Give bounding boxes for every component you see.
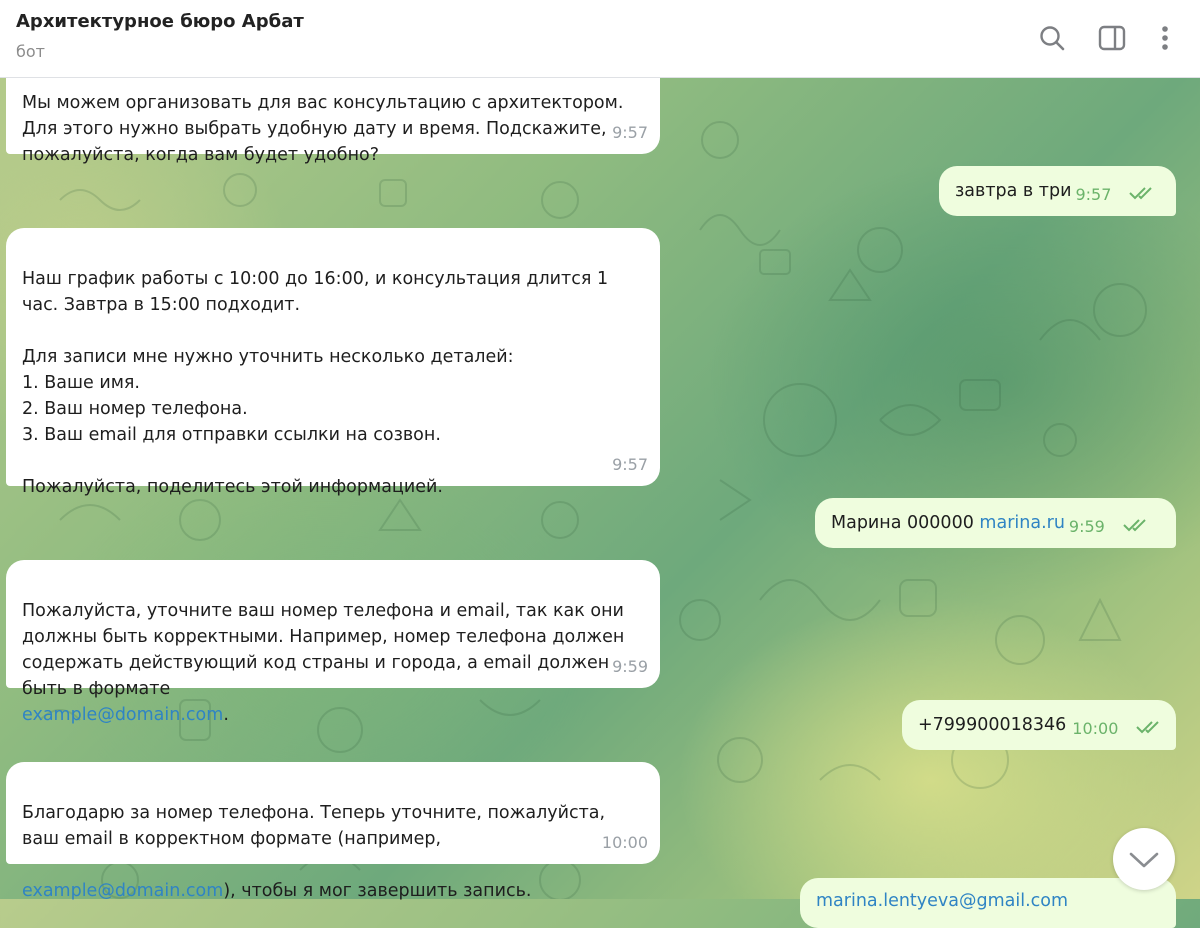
message-outgoing: завтра в три 9:57 — [939, 166, 1176, 216]
message-time: 9:57 — [612, 123, 648, 142]
message-text: Мы можем организовать для вас консультац… — [22, 93, 624, 113]
message-text: завтра в три — [955, 181, 1072, 201]
chevron-down-icon — [1129, 852, 1159, 868]
message-text: Благодарю за номер телефона. Теперь уточ… — [22, 803, 606, 849]
message-time: 10:00 — [1072, 719, 1119, 738]
message-text-after: . — [223, 705, 229, 725]
scroll-to-bottom-button[interactable] — [1113, 828, 1175, 890]
chat-title[interactable]: Архитектурное бюро Арбат — [16, 11, 304, 32]
double-check-icon — [1136, 721, 1160, 734]
message-text: Пожалуйста, уточните ваш номер телефона … — [22, 601, 625, 699]
message-link[interactable]: marina.lentyeva@gmail.com — [816, 891, 1068, 911]
message-link[interactable]: example@domain.com — [22, 881, 223, 901]
message-time: 9:57 — [612, 455, 648, 474]
message-text: Наш график работы с 10:00 до 16:00, и ко… — [22, 269, 609, 497]
message-outgoing: +799900018346 10:00 — [902, 700, 1176, 750]
search-icon[interactable] — [1036, 22, 1068, 54]
message-text-after: ), чтобы я мог завершить запись. — [223, 881, 532, 901]
message-text: Для этого нужно выбрать удобную дату и в… — [22, 119, 607, 165]
message-link[interactable]: marina.ru — [979, 513, 1065, 533]
message-time: 9:57 — [1075, 185, 1112, 204]
message-time: 9:59 — [1068, 517, 1105, 536]
more-vertical-icon[interactable] — [1149, 22, 1181, 54]
message-time: 9:59 — [612, 657, 648, 676]
chat-subtitle: бот — [16, 42, 45, 61]
chat-header: Архитектурное бюро Арбат бот — [0, 0, 1200, 78]
message-incoming: Пожалуйста, уточните ваш номер телефона … — [6, 560, 660, 725]
double-check-icon — [1123, 519, 1146, 532]
double-check-icon — [1129, 187, 1153, 200]
message-incoming: Наш график работы с 10:00 до 16:00, и ко… — [6, 228, 660, 497]
sidebar-toggle-icon[interactable] — [1096, 22, 1128, 54]
message-text: +799900018346 — [918, 715, 1067, 735]
message-incoming: Благодарю за номер телефона. Теперь уточ… — [6, 762, 660, 901]
message-text: Марина 000000 — [831, 513, 974, 533]
message-time: 10:00 — [601, 833, 648, 852]
message-outgoing: Марина 000000 marina.ru 9:59 — [815, 498, 1176, 548]
message-link[interactable]: example@domain.com — [22, 705, 223, 725]
